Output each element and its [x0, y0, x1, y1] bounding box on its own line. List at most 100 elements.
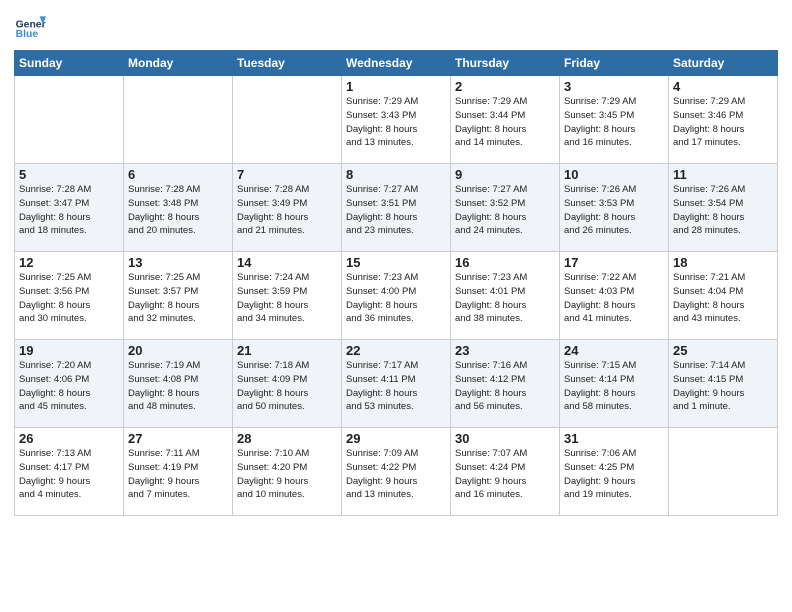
- day-number: 31: [564, 431, 664, 446]
- day-cell: 6Sunrise: 7:28 AM Sunset: 3:48 PM Daylig…: [124, 164, 233, 252]
- day-cell: 8Sunrise: 7:27 AM Sunset: 3:51 PM Daylig…: [342, 164, 451, 252]
- day-number: 29: [346, 431, 446, 446]
- day-cell: [124, 76, 233, 164]
- day-number: 8: [346, 167, 446, 182]
- day-cell: 31Sunrise: 7:06 AM Sunset: 4:25 PM Dayli…: [560, 428, 669, 516]
- logo-icon: General Blue: [14, 10, 46, 42]
- day-info: Sunrise: 7:24 AM Sunset: 3:59 PM Dayligh…: [237, 271, 337, 326]
- day-cell: 23Sunrise: 7:16 AM Sunset: 4:12 PM Dayli…: [451, 340, 560, 428]
- day-info: Sunrise: 7:29 AM Sunset: 3:45 PM Dayligh…: [564, 95, 664, 150]
- day-cell: [15, 76, 124, 164]
- day-number: 11: [673, 167, 773, 182]
- day-number: 1: [346, 79, 446, 94]
- day-info: Sunrise: 7:27 AM Sunset: 3:52 PM Dayligh…: [455, 183, 555, 238]
- day-cell: 26Sunrise: 7:13 AM Sunset: 4:17 PM Dayli…: [15, 428, 124, 516]
- day-number: 12: [19, 255, 119, 270]
- week-row-3: 12Sunrise: 7:25 AM Sunset: 3:56 PM Dayli…: [15, 252, 778, 340]
- day-cell: 4Sunrise: 7:29 AM Sunset: 3:46 PM Daylig…: [669, 76, 778, 164]
- day-cell: 15Sunrise: 7:23 AM Sunset: 4:00 PM Dayli…: [342, 252, 451, 340]
- day-number: 7: [237, 167, 337, 182]
- day-number: 2: [455, 79, 555, 94]
- day-info: Sunrise: 7:06 AM Sunset: 4:25 PM Dayligh…: [564, 447, 664, 502]
- day-number: 24: [564, 343, 664, 358]
- day-cell: 12Sunrise: 7:25 AM Sunset: 3:56 PM Dayli…: [15, 252, 124, 340]
- page-header: General Blue: [14, 10, 778, 42]
- day-number: 5: [19, 167, 119, 182]
- weekday-header-thursday: Thursday: [451, 51, 560, 76]
- day-cell: 27Sunrise: 7:11 AM Sunset: 4:19 PM Dayli…: [124, 428, 233, 516]
- day-info: Sunrise: 7:23 AM Sunset: 4:00 PM Dayligh…: [346, 271, 446, 326]
- day-info: Sunrise: 7:29 AM Sunset: 3:44 PM Dayligh…: [455, 95, 555, 150]
- day-number: 21: [237, 343, 337, 358]
- day-info: Sunrise: 7:26 AM Sunset: 3:54 PM Dayligh…: [673, 183, 773, 238]
- day-number: 15: [346, 255, 446, 270]
- day-cell: 21Sunrise: 7:18 AM Sunset: 4:09 PM Dayli…: [233, 340, 342, 428]
- day-info: Sunrise: 7:15 AM Sunset: 4:14 PM Dayligh…: [564, 359, 664, 414]
- day-info: Sunrise: 7:16 AM Sunset: 4:12 PM Dayligh…: [455, 359, 555, 414]
- day-info: Sunrise: 7:18 AM Sunset: 4:09 PM Dayligh…: [237, 359, 337, 414]
- day-info: Sunrise: 7:20 AM Sunset: 4:06 PM Dayligh…: [19, 359, 119, 414]
- day-number: 6: [128, 167, 228, 182]
- day-info: Sunrise: 7:28 AM Sunset: 3:49 PM Dayligh…: [237, 183, 337, 238]
- day-cell: 10Sunrise: 7:26 AM Sunset: 3:53 PM Dayli…: [560, 164, 669, 252]
- svg-text:Blue: Blue: [16, 29, 39, 40]
- weekday-header-saturday: Saturday: [669, 51, 778, 76]
- day-cell: 11Sunrise: 7:26 AM Sunset: 3:54 PM Dayli…: [669, 164, 778, 252]
- logo: General Blue: [14, 10, 46, 42]
- weekday-header-wednesday: Wednesday: [342, 51, 451, 76]
- calendar: SundayMondayTuesdayWednesdayThursdayFrid…: [14, 50, 778, 516]
- day-cell: 16Sunrise: 7:23 AM Sunset: 4:01 PM Dayli…: [451, 252, 560, 340]
- day-info: Sunrise: 7:17 AM Sunset: 4:11 PM Dayligh…: [346, 359, 446, 414]
- day-number: 14: [237, 255, 337, 270]
- day-info: Sunrise: 7:19 AM Sunset: 4:08 PM Dayligh…: [128, 359, 228, 414]
- day-number: 25: [673, 343, 773, 358]
- day-info: Sunrise: 7:29 AM Sunset: 3:46 PM Dayligh…: [673, 95, 773, 150]
- day-cell: 29Sunrise: 7:09 AM Sunset: 4:22 PM Dayli…: [342, 428, 451, 516]
- weekday-header-friday: Friday: [560, 51, 669, 76]
- day-info: Sunrise: 7:28 AM Sunset: 3:47 PM Dayligh…: [19, 183, 119, 238]
- day-number: 27: [128, 431, 228, 446]
- week-row-1: 1Sunrise: 7:29 AM Sunset: 3:43 PM Daylig…: [15, 76, 778, 164]
- day-info: Sunrise: 7:07 AM Sunset: 4:24 PM Dayligh…: [455, 447, 555, 502]
- day-info: Sunrise: 7:11 AM Sunset: 4:19 PM Dayligh…: [128, 447, 228, 502]
- day-cell: 2Sunrise: 7:29 AM Sunset: 3:44 PM Daylig…: [451, 76, 560, 164]
- day-number: 4: [673, 79, 773, 94]
- day-cell: 18Sunrise: 7:21 AM Sunset: 4:04 PM Dayli…: [669, 252, 778, 340]
- day-cell: 24Sunrise: 7:15 AM Sunset: 4:14 PM Dayli…: [560, 340, 669, 428]
- day-info: Sunrise: 7:09 AM Sunset: 4:22 PM Dayligh…: [346, 447, 446, 502]
- day-cell: [233, 76, 342, 164]
- day-info: Sunrise: 7:28 AM Sunset: 3:48 PM Dayligh…: [128, 183, 228, 238]
- day-cell: 30Sunrise: 7:07 AM Sunset: 4:24 PM Dayli…: [451, 428, 560, 516]
- weekday-header-tuesday: Tuesday: [233, 51, 342, 76]
- day-cell: 20Sunrise: 7:19 AM Sunset: 4:08 PM Dayli…: [124, 340, 233, 428]
- day-info: Sunrise: 7:23 AM Sunset: 4:01 PM Dayligh…: [455, 271, 555, 326]
- day-info: Sunrise: 7:27 AM Sunset: 3:51 PM Dayligh…: [346, 183, 446, 238]
- day-cell: 25Sunrise: 7:14 AM Sunset: 4:15 PM Dayli…: [669, 340, 778, 428]
- day-number: 13: [128, 255, 228, 270]
- day-cell: 22Sunrise: 7:17 AM Sunset: 4:11 PM Dayli…: [342, 340, 451, 428]
- week-row-5: 26Sunrise: 7:13 AM Sunset: 4:17 PM Dayli…: [15, 428, 778, 516]
- day-number: 18: [673, 255, 773, 270]
- day-number: 19: [19, 343, 119, 358]
- day-cell: 13Sunrise: 7:25 AM Sunset: 3:57 PM Dayli…: [124, 252, 233, 340]
- weekday-header-row: SundayMondayTuesdayWednesdayThursdayFrid…: [15, 51, 778, 76]
- day-number: 3: [564, 79, 664, 94]
- day-number: 30: [455, 431, 555, 446]
- day-cell: [669, 428, 778, 516]
- day-number: 26: [19, 431, 119, 446]
- day-cell: 19Sunrise: 7:20 AM Sunset: 4:06 PM Dayli…: [15, 340, 124, 428]
- weekday-header-sunday: Sunday: [15, 51, 124, 76]
- day-info: Sunrise: 7:13 AM Sunset: 4:17 PM Dayligh…: [19, 447, 119, 502]
- day-number: 23: [455, 343, 555, 358]
- day-info: Sunrise: 7:26 AM Sunset: 3:53 PM Dayligh…: [564, 183, 664, 238]
- day-info: Sunrise: 7:22 AM Sunset: 4:03 PM Dayligh…: [564, 271, 664, 326]
- day-cell: 9Sunrise: 7:27 AM Sunset: 3:52 PM Daylig…: [451, 164, 560, 252]
- day-cell: 17Sunrise: 7:22 AM Sunset: 4:03 PM Dayli…: [560, 252, 669, 340]
- day-cell: 3Sunrise: 7:29 AM Sunset: 3:45 PM Daylig…: [560, 76, 669, 164]
- day-cell: 5Sunrise: 7:28 AM Sunset: 3:47 PM Daylig…: [15, 164, 124, 252]
- day-number: 9: [455, 167, 555, 182]
- day-number: 17: [564, 255, 664, 270]
- day-number: 28: [237, 431, 337, 446]
- day-info: Sunrise: 7:10 AM Sunset: 4:20 PM Dayligh…: [237, 447, 337, 502]
- day-info: Sunrise: 7:14 AM Sunset: 4:15 PM Dayligh…: [673, 359, 773, 414]
